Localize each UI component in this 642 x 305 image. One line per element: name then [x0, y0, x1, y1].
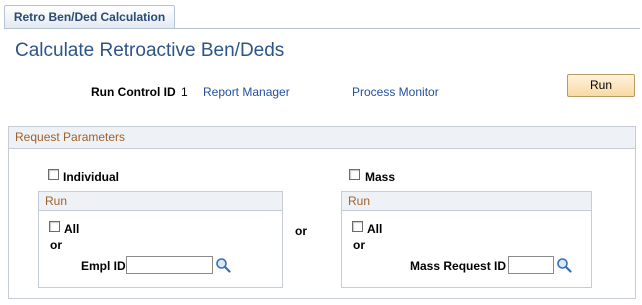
or-separator: or	[295, 224, 307, 238]
empl-id-lookup-icon[interactable]	[215, 257, 231, 273]
tab-retro-ben-ded-calculation[interactable]: Retro Ben/Ded Calculation	[4, 5, 175, 29]
mass-checkbox[interactable]	[349, 169, 360, 180]
mass-request-id-lookup-icon[interactable]	[556, 257, 572, 273]
empl-id-input[interactable]	[126, 256, 213, 274]
mass-all-label: All	[367, 222, 383, 236]
individual-label: Individual	[63, 170, 120, 184]
mass-request-id-input[interactable]	[508, 256, 554, 274]
run-button[interactable]: Run	[567, 74, 635, 97]
request-parameters-group: Request Parameters Individual Run All or…	[8, 126, 636, 299]
individual-checkbox[interactable]	[48, 169, 59, 180]
request-parameters-header: Request Parameters	[9, 127, 635, 149]
tab-divider	[4, 28, 640, 29]
mass-all-checkbox[interactable]	[352, 221, 363, 232]
mass-label: Mass	[365, 170, 396, 184]
individual-run-header: Run	[39, 192, 282, 211]
page-title: Calculate Retroactive Ben/Deds	[15, 40, 285, 61]
individual-all-checkbox[interactable]	[49, 221, 60, 232]
process-monitor-link[interactable]: Process Monitor	[352, 85, 439, 99]
run-control-id-value: 1	[181, 85, 188, 99]
individual-run-group: Run All or Empl ID	[38, 191, 283, 288]
mass-request-id-label: Mass Request ID	[410, 259, 507, 273]
empl-id-label: Empl ID	[81, 259, 126, 273]
individual-all-label: All	[64, 222, 80, 236]
mass-or-label: or	[353, 238, 365, 252]
run-control-id-label: Run Control ID	[91, 85, 176, 99]
report-manager-link[interactable]: Report Manager	[203, 85, 290, 99]
individual-or-label: or	[50, 238, 62, 252]
mass-run-header: Run	[342, 192, 591, 211]
mass-run-group: Run All or Mass Request ID	[341, 191, 592, 288]
